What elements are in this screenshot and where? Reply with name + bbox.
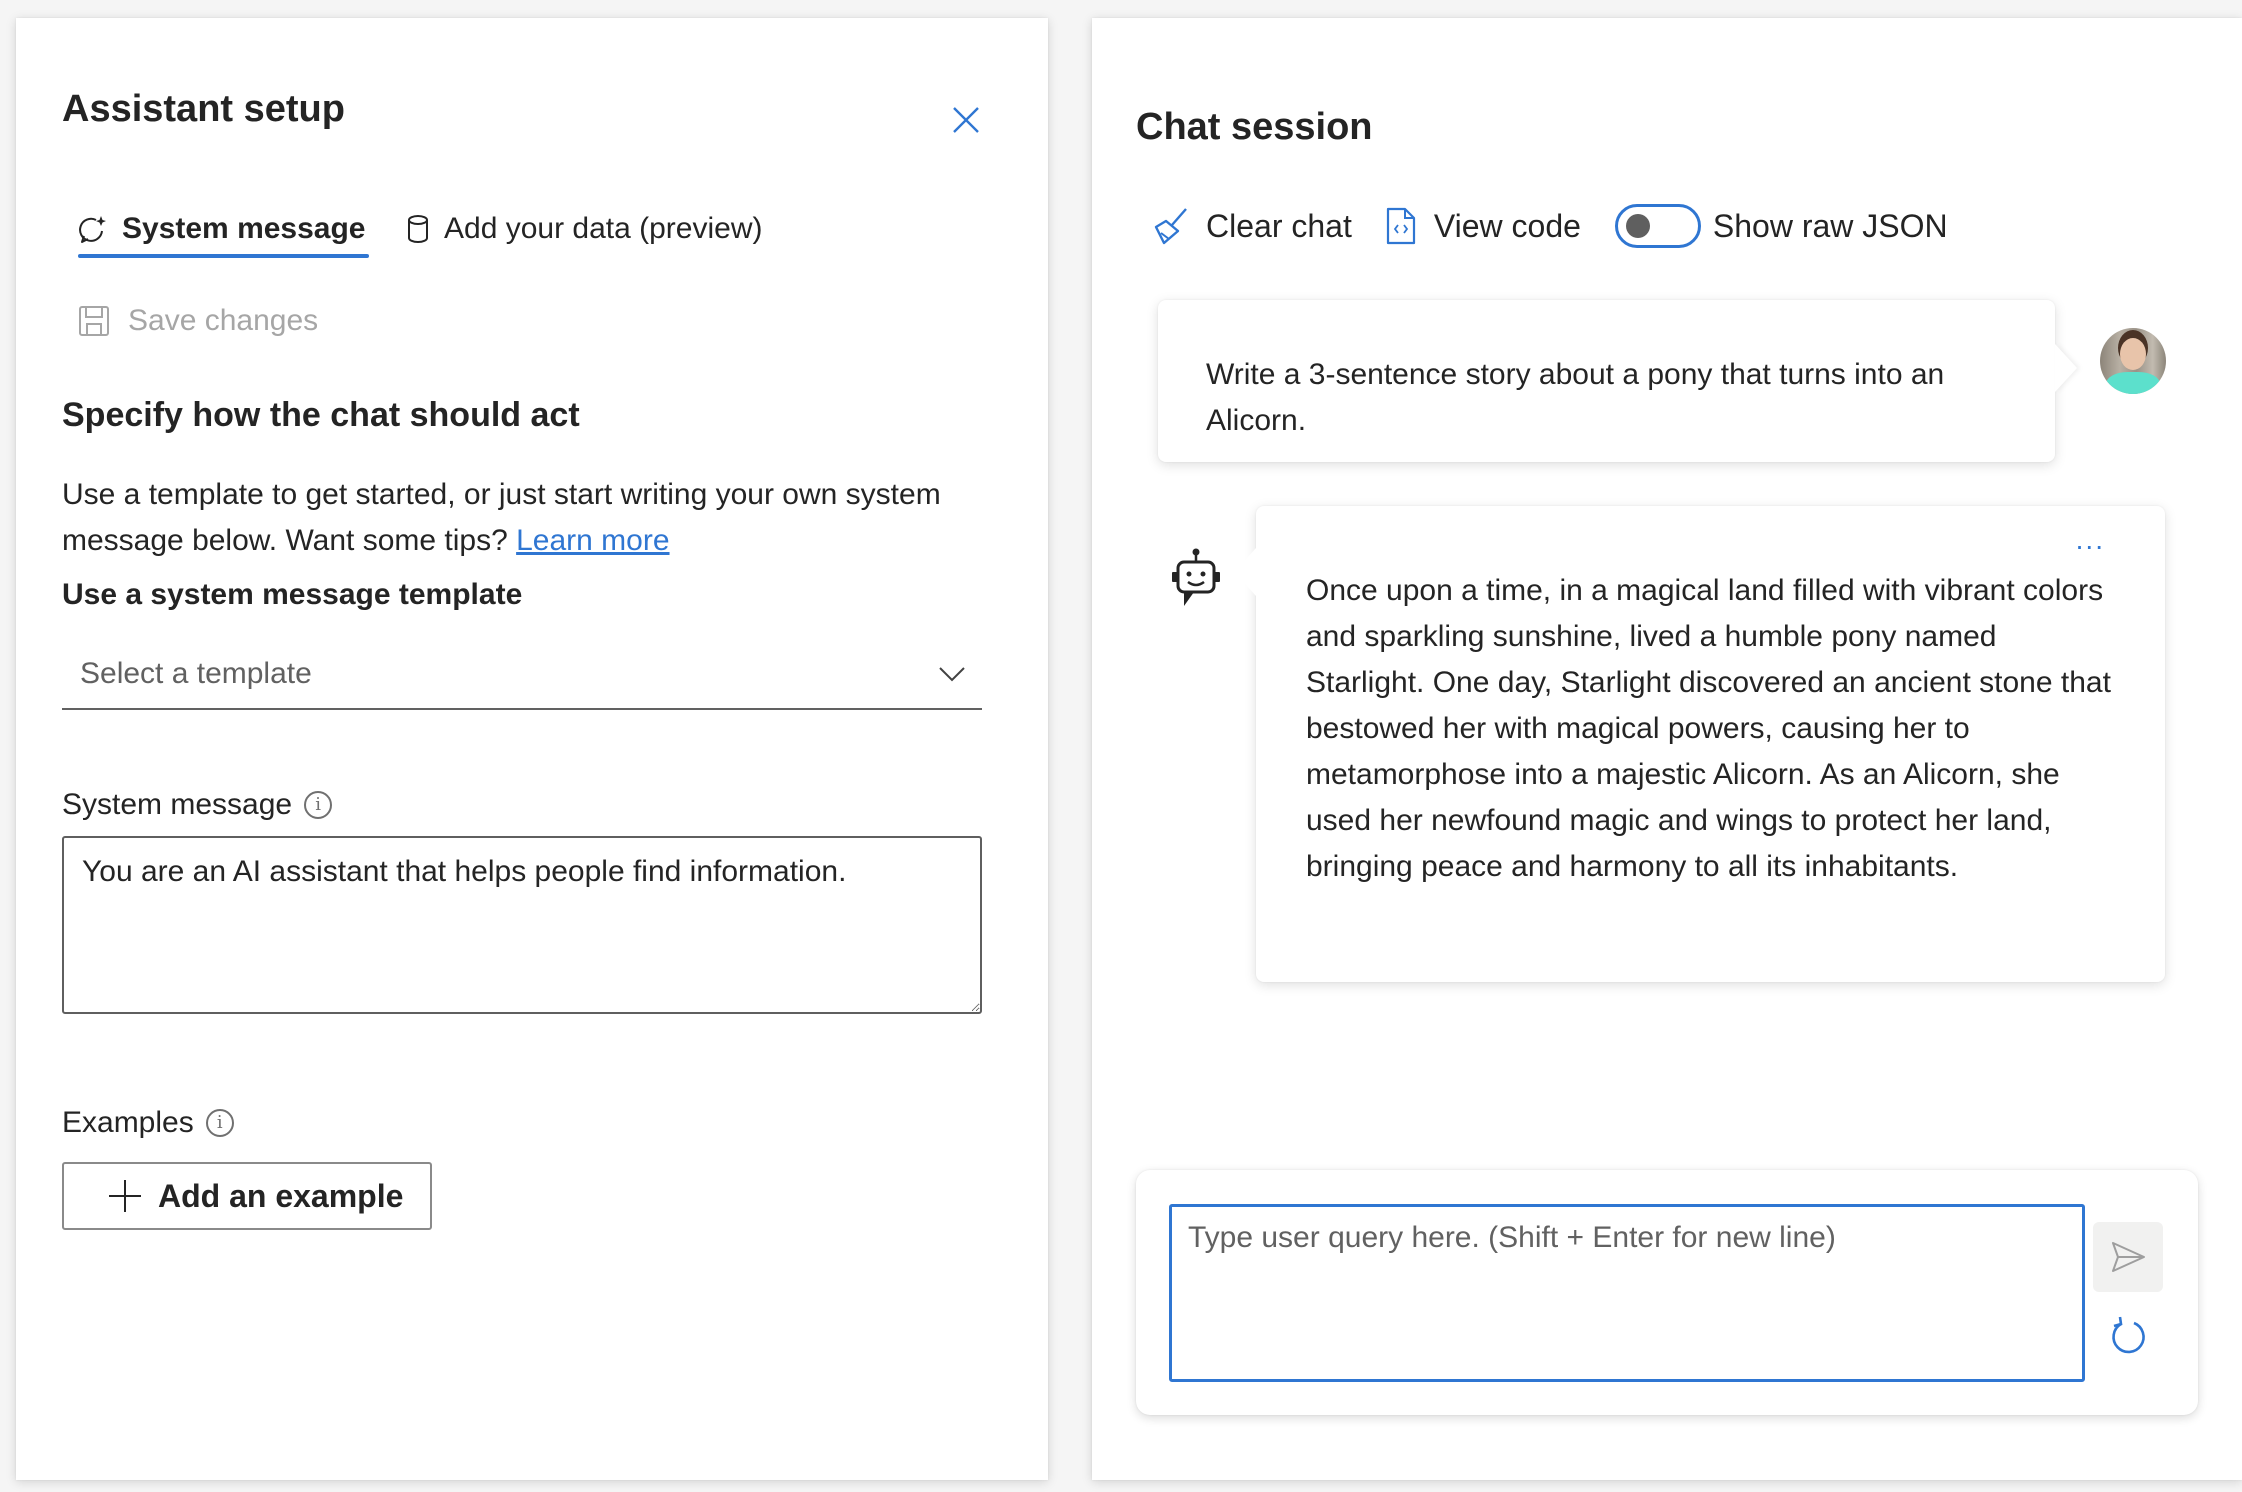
tab-label: Add your data (preview)	[444, 212, 763, 245]
assistant-setup-panel: Assistant setup System message Add your …	[16, 18, 1048, 1480]
toggle-knob	[1625, 214, 1650, 238]
chevron-down-icon	[939, 667, 965, 682]
show-raw-json-toggle[interactable]: Show raw JSON	[1614, 204, 1948, 248]
user-message-text: Write a 3-sentence story about a pony th…	[1206, 358, 1945, 437]
info-icon[interactable]: i	[304, 791, 333, 819]
chat-toolbar: Clear chat View code Show raw JSON	[1152, 186, 1948, 266]
panel-title: Chat session	[1136, 106, 1373, 148]
database-icon	[408, 215, 428, 243]
send-button[interactable]	[2093, 1222, 2163, 1292]
active-tab-indicator	[78, 254, 369, 258]
chat-session-panel: Chat session Clear chat View code Show r…	[1092, 18, 2242, 1480]
section-heading: Specify how the chat should act	[62, 396, 580, 434]
tab-label: System message	[122, 212, 366, 245]
save-icon	[79, 306, 109, 336]
system-message-label-text: System message	[62, 788, 293, 821]
show-raw-json-label: Show raw JSON	[1712, 207, 1948, 244]
refresh-icon	[2112, 1316, 2145, 1354]
add-example-button[interactable]: Add an example	[62, 1162, 432, 1230]
save-changes-button[interactable]: Save changes	[78, 296, 318, 346]
close-icon	[953, 107, 979, 133]
examples-label-text: Examples	[62, 1106, 194, 1139]
examples-label: Examples i	[62, 1106, 234, 1140]
assistant-message-text: Once upon a time, in a magical land fill…	[1306, 574, 2111, 883]
avatar-body	[2106, 372, 2160, 394]
section-description: Use a template to get started, or just s…	[62, 472, 1022, 564]
user-message: Write a 3-sentence story about a pony th…	[1158, 300, 2055, 462]
save-changes-label: Save changes	[128, 304, 319, 337]
assistant-message: ... Once upon a time, in a magical land …	[1234, 506, 2165, 982]
more-options-button[interactable]: ...	[2076, 526, 2105, 554]
add-example-label: Add an example	[158, 1177, 404, 1214]
template-label: Use a system message template	[62, 578, 523, 611]
chat-input-card	[1136, 1170, 2198, 1415]
system-message-input[interactable]: You are an AI assistant that helps peopl…	[62, 836, 982, 1014]
view-code-label: View code	[1433, 207, 1581, 244]
broom-icon	[1154, 208, 1187, 245]
avatar-head	[2120, 338, 2146, 370]
close-button[interactable]	[936, 90, 996, 150]
tab-system-message[interactable]: System message	[78, 204, 366, 254]
clear-chat-label: Clear chat	[1206, 207, 1352, 244]
toggle-switch[interactable]	[1614, 204, 1701, 248]
panel-title: Assistant setup	[62, 88, 345, 130]
system-message-label: System message i	[62, 788, 333, 822]
template-dropdown[interactable]: Select a template	[62, 640, 982, 710]
regenerate-button[interactable]	[2103, 1310, 2153, 1360]
user-avatar	[2100, 328, 2166, 394]
info-icon[interactable]: i	[205, 1109, 234, 1137]
send-icon	[2112, 1242, 2145, 1272]
code-file-icon	[1386, 207, 1415, 245]
user-query-input[interactable]	[1169, 1204, 2085, 1382]
template-placeholder: Select a template	[80, 657, 312, 690]
plus-icon	[109, 1180, 141, 1212]
tab-add-your-data[interactable]: Add your data (preview)	[406, 204, 763, 254]
bot-icon	[1172, 548, 1220, 606]
view-code-button[interactable]: View code	[1386, 207, 1581, 245]
chat-sparkle-icon	[79, 216, 106, 243]
clear-chat-button[interactable]: Clear chat	[1152, 207, 1352, 245]
learn-more-link[interactable]: Learn more	[516, 524, 669, 557]
description-text: Use a template to get started, or just s…	[62, 478, 941, 557]
